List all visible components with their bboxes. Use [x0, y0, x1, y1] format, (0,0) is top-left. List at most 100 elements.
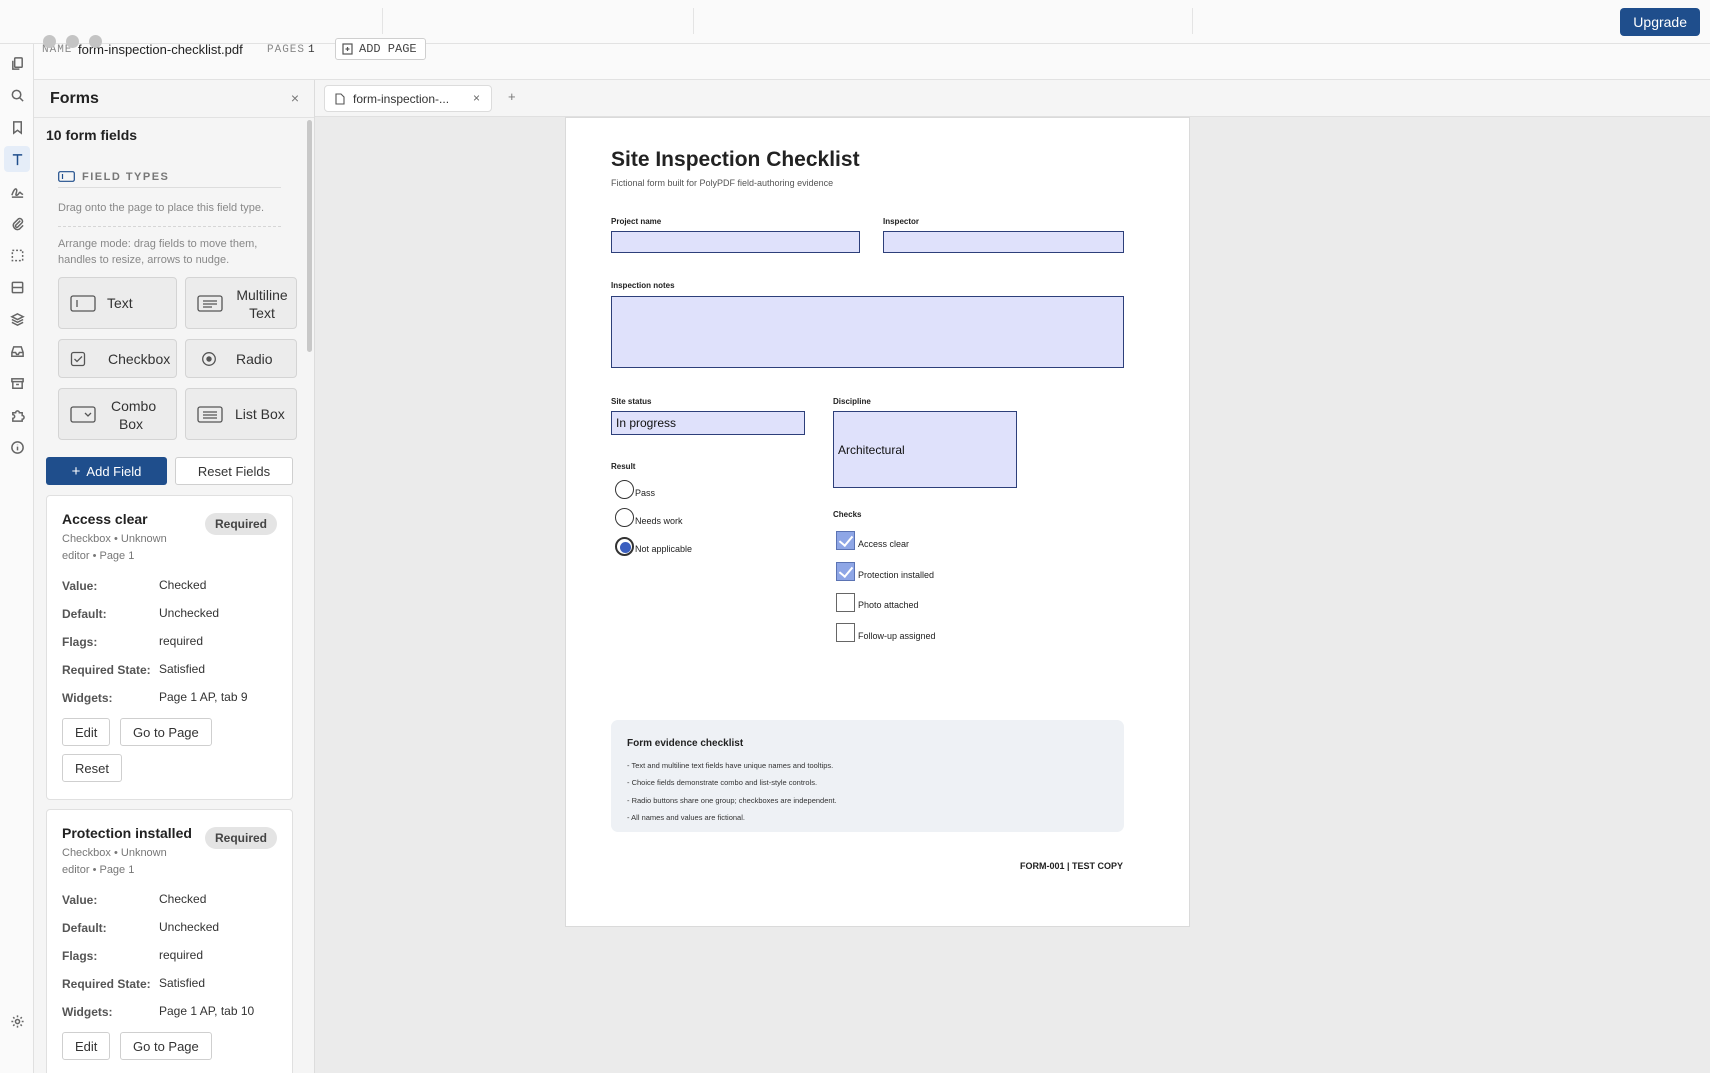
close-icon[interactable]: ×: [291, 90, 299, 106]
field-type-icon: [58, 171, 75, 182]
add-page-label: ADD PAGE: [359, 42, 417, 56]
pages-label: PAGES: [267, 44, 306, 56]
value-value: Checked: [159, 892, 207, 906]
flags-key: Flags:: [62, 635, 98, 649]
pages-tool[interactable]: [4, 50, 30, 76]
inspector-field[interactable]: [883, 231, 1124, 253]
site-status-label: Site status: [611, 397, 652, 406]
check-access-clear[interactable]: [836, 531, 855, 550]
widgets-value: Page 1 AP, tab 9: [159, 690, 248, 704]
select-tool[interactable]: [4, 242, 30, 268]
field-type-listbox[interactable]: List Box: [185, 388, 297, 440]
file-name[interactable]: form-inspection-checklist.pdf: [78, 42, 243, 57]
required-state-key: Required State:: [62, 977, 151, 991]
layout-tool[interactable]: [4, 274, 30, 300]
field-card[interactable]: Access clear Required Checkbox • Unknown…: [46, 495, 293, 800]
forms-panel-title: Forms: [50, 90, 99, 107]
required-badge: Required: [204, 827, 277, 849]
project-name-label: Project name: [611, 217, 662, 226]
check-follow-up-assigned[interactable]: [836, 623, 855, 642]
check-access-clear-label: Access clear: [858, 539, 910, 549]
field-type-combo[interactable]: Combo Box: [58, 388, 177, 440]
combo-box-icon: [70, 405, 96, 423]
plugins-tool[interactable]: [4, 402, 30, 428]
add-page-button[interactable]: ADD PAGE: [335, 38, 426, 60]
radio-needs-work[interactable]: [615, 508, 634, 527]
check-protection-installed[interactable]: [836, 562, 855, 581]
form-title: Site Inspection Checklist: [611, 148, 860, 171]
field-type-checkbox[interactable]: Checkbox: [58, 339, 177, 378]
radio-needs-work-label: Needs work: [635, 516, 683, 526]
field-card-meta: Checkbox • Unknown editor • Page 1: [62, 533, 167, 562]
check-photo-attached-label: Photo attached: [858, 600, 919, 610]
layers-tool[interactable]: [4, 306, 30, 332]
field-type-radio[interactable]: Radio: [185, 339, 297, 378]
settings-tool[interactable]: [4, 1008, 30, 1034]
puzzle-icon: [11, 409, 25, 422]
upgrade-button[interactable]: Upgrade: [1620, 8, 1700, 36]
discipline-listbox[interactable]: Architectural: [833, 411, 1017, 488]
arrange-hint: Arrange mode: drag fields to move them, …: [58, 238, 258, 266]
multiline-type-label: Multiline Text: [236, 287, 288, 321]
reset-fields-button[interactable]: Reset Fields: [175, 457, 293, 485]
edit-button[interactable]: Edit: [62, 1032, 111, 1060]
radio-not-applicable[interactable]: [615, 537, 634, 556]
gear-icon: [10, 1014, 24, 1028]
inspection-notes-label: Inspection notes: [611, 281, 675, 290]
required-state-value: Satisfied: [159, 976, 206, 990]
window-close-dot[interactable]: [43, 35, 56, 48]
search-tool[interactable]: [4, 82, 30, 108]
close-tab-icon[interactable]: ×: [473, 91, 480, 105]
pdf-page: Site Inspection Checklist Fictional form…: [565, 117, 1190, 927]
flags-value: required: [159, 948, 204, 962]
add-field-button[interactable]: + Add Field: [46, 457, 167, 485]
new-tab-button[interactable]: +: [508, 89, 516, 104]
forms-tool[interactable]: [4, 146, 30, 172]
evidence-title: Form evidence checklist: [627, 738, 744, 749]
text-type-label: Text: [107, 295, 133, 311]
form-footer: FORM-001 | TEST COPY: [1019, 861, 1123, 871]
signature-icon: [10, 187, 23, 198]
inbox-tool[interactable]: [4, 338, 30, 364]
inspector-label: Inspector: [883, 217, 920, 226]
site-status-combo[interactable]: In progress: [611, 411, 805, 435]
required-badge: Required: [204, 513, 277, 535]
topbar-divider: [382, 8, 383, 34]
widgets-value: Page 1 AP, tab 10: [159, 1004, 255, 1018]
field-card-name: Access clear: [62, 511, 148, 527]
field-type-multiline[interactable]: Multiline Text: [185, 277, 297, 329]
field-type-text[interactable]: Text: [58, 277, 177, 329]
sign-tool[interactable]: [4, 178, 30, 204]
bookmarks-tool[interactable]: [4, 114, 30, 140]
info-tool[interactable]: [4, 434, 30, 460]
archive-tool[interactable]: [4, 370, 30, 396]
attach-tool[interactable]: [4, 210, 30, 236]
inspection-notes-field[interactable]: [611, 296, 1124, 368]
paperclip-icon: [12, 217, 24, 230]
document-tab[interactable]: form-inspection-... ×: [324, 85, 492, 112]
radio-pass-label: Pass: [635, 488, 656, 498]
go-to-page-button[interactable]: Go to Page: [120, 1032, 212, 1060]
panel-scrollbar[interactable]: [307, 120, 312, 352]
window-zoom-dot[interactable]: [89, 35, 102, 48]
radio-icon: [201, 351, 217, 367]
list-box-icon: [197, 405, 223, 423]
form-subtitle: Fictional form built for PolyPDF field-a…: [611, 178, 834, 188]
top-bar: Upgrade: [0, 0, 1710, 44]
project-name-field[interactable]: [611, 231, 860, 253]
widgets-key: Widgets:: [62, 691, 113, 705]
evidence-line: - Radio buttons share one group; checkbo…: [627, 796, 837, 805]
topbar-divider: [693, 8, 694, 34]
flags-key: Flags:: [62, 949, 98, 963]
window-minimize-dot[interactable]: [66, 35, 79, 48]
reset-button[interactable]: Reset: [62, 754, 122, 782]
field-card[interactable]: Protection installed Required Checkbox •…: [46, 809, 293, 1073]
go-to-page-button[interactable]: Go to Page: [120, 718, 212, 746]
checkbox-icon: [70, 351, 86, 367]
edit-button[interactable]: Edit: [62, 718, 111, 746]
check-photo-attached[interactable]: [836, 593, 855, 612]
radio-not-applicable-label: Not applicable: [635, 544, 693, 554]
value-value: Checked: [159, 578, 207, 592]
radio-pass[interactable]: [615, 480, 634, 499]
listbox-type-label: List Box: [235, 406, 285, 422]
